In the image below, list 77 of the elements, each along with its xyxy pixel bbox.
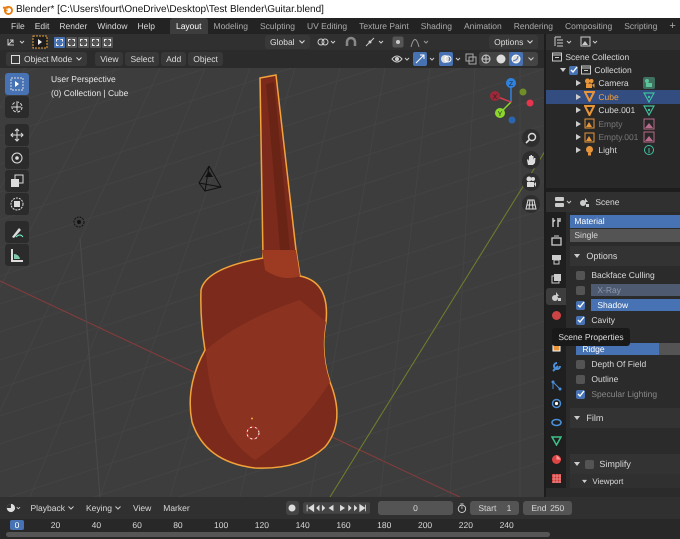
end-frame-field[interactable]: End 250: [523, 501, 572, 515]
panel-title: Options: [586, 251, 618, 261]
options-dropdown[interactable]: Options: [489, 35, 538, 49]
workspace-tab[interactable]: Scripting: [618, 18, 664, 34]
orientation-dropdown[interactable]: Global: [265, 35, 310, 49]
color-option[interactable]: Single: [570, 229, 680, 242]
tree-item-label: Cube: [598, 92, 620, 102]
outliner-row[interactable]: Light: [546, 144, 680, 158]
frame-number: 0: [10, 520, 24, 530]
menu-item[interactable]: Render: [54, 21, 92, 31]
start-frame-field[interactable]: Start 1: [470, 501, 520, 515]
option-label: Depth Of Field: [591, 359, 646, 369]
option-label: Backface Culling: [591, 270, 655, 280]
context-path: Scene: [595, 197, 620, 207]
workspace-tab[interactable]: Rendering: [508, 18, 560, 34]
menu-item[interactable]: Help: [132, 21, 160, 31]
subpanel-title: Viewport: [592, 476, 624, 486]
option-label: Outline: [591, 374, 618, 384]
outliner-row[interactable]: Camera: [546, 76, 680, 90]
frame-number: 120: [254, 520, 270, 530]
toggle-field[interactable]: Shadow: [591, 299, 680, 311]
viewport-menu[interactable]: Object: [188, 52, 223, 66]
tree-item-label: Empty: [598, 118, 624, 129]
tree-item-label: Empty.001: [598, 132, 640, 142]
tree-item-label: Light: [598, 145, 618, 156]
tooltip: Scene Properties: [552, 328, 630, 346]
window-title: Blender* [C:\Users\fourt\OneDrive\Desktop\Test Blender\Guitar.blend]: [16, 4, 324, 14]
frame-number: 20: [50, 520, 62, 530]
viewport-menu[interactable]: Select: [125, 52, 160, 66]
menu-item[interactable]: Edit: [30, 21, 54, 31]
color-option[interactable]: Material: [570, 215, 680, 228]
workspace-tab[interactable]: Layout: [170, 18, 208, 34]
workspace-tab[interactable]: Animation: [458, 18, 508, 34]
frame-number: 200: [418, 520, 434, 530]
view-name-label: User Perspective: [51, 74, 116, 84]
frame-number: 240: [500, 520, 515, 530]
frame-number: 80: [173, 520, 184, 530]
panel-title: Film: [586, 413, 604, 423]
field-value: 250: [550, 503, 564, 513]
outliner-row[interactable]: Cube: [546, 90, 680, 104]
timeline-menu[interactable]: Marker: [159, 503, 194, 513]
timeline-dropdown[interactable]: Keying: [82, 503, 125, 513]
frame-number: 60: [132, 520, 143, 530]
workspace-tab[interactable]: Shading: [414, 18, 458, 34]
panel-title: Simplify: [599, 459, 631, 469]
timeline-menu[interactable]: View: [128, 503, 156, 513]
frame-number: 160: [336, 520, 352, 530]
mode-dropdown[interactable]: Object Mode: [6, 52, 88, 66]
frame-number: 220: [458, 520, 474, 530]
frame-number: 140: [296, 520, 311, 530]
field-value: 1: [506, 503, 512, 513]
add-workspace-button[interactable]: +: [663, 18, 680, 34]
tree-item[interactable]: Scene Collection: [565, 52, 630, 62]
context-label: (0) Collection | Cube: [51, 88, 128, 98]
tree-item-label: Camera: [598, 78, 630, 88]
workspace-tab[interactable]: Sculpting: [254, 18, 301, 34]
option-label: Specular Lighting: [591, 389, 658, 399]
slider-label: Ridge: [581, 344, 605, 354]
frame-number: 40: [92, 520, 102, 530]
tree-item-label: Cube.001: [598, 105, 636, 116]
workspace-tab[interactable]: Compositing: [559, 18, 618, 34]
frame-number: 100: [214, 520, 230, 530]
outliner-row[interactable]: Cube.001: [546, 104, 680, 117]
viewport-menu[interactable]: View: [95, 52, 124, 66]
timeline-dropdown[interactable]: Playback: [26, 503, 78, 513]
current-frame-field[interactable]: 0: [378, 501, 452, 515]
viewport-menu[interactable]: Add: [161, 52, 186, 66]
workspace-tab[interactable]: Texture Paint: [353, 18, 415, 34]
option-label: Cavity: [591, 315, 616, 325]
workspace-tab[interactable]: Modeling: [208, 18, 254, 34]
workspace-tab[interactable]: UV Editing: [300, 18, 354, 34]
field-label: End: [531, 503, 546, 513]
frame-number: 180: [377, 520, 392, 530]
tree-item[interactable]: Collection: [594, 65, 632, 76]
menu-item[interactable]: File: [6, 21, 30, 31]
field-label: Start: [478, 503, 496, 513]
menu-item[interactable]: Window: [92, 21, 132, 31]
